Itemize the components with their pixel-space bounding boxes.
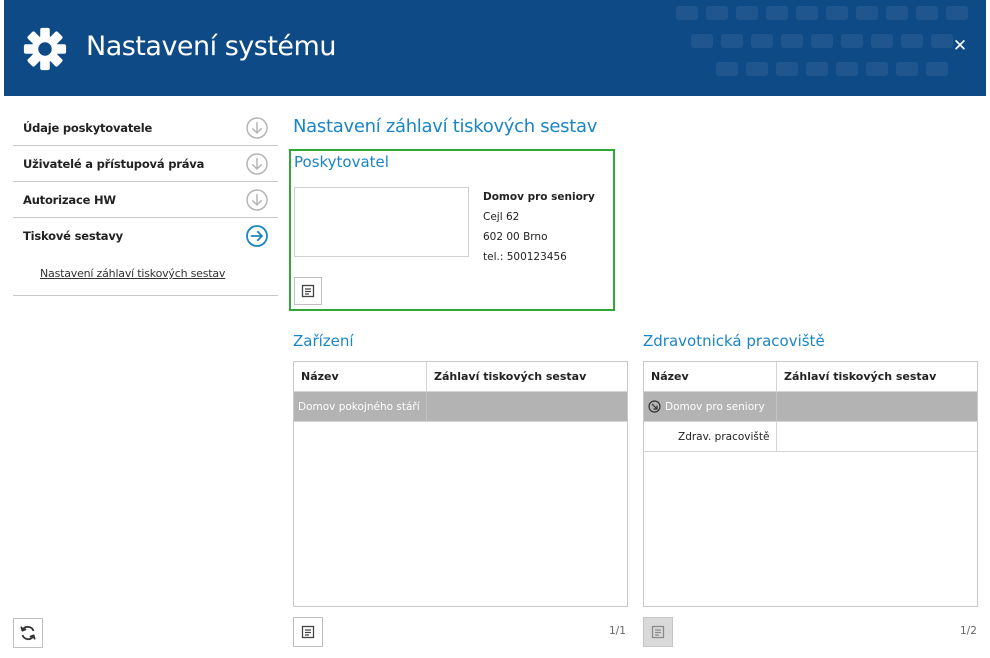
edit-document-icon [301,284,315,298]
provider-name: Domov pro seniory [483,191,595,203]
provider-edit-button[interactable] [294,277,322,305]
table-cell-header [777,422,977,451]
table-cell-name: Domov pro seniory [644,392,777,421]
window-header: Nastavení systému ✕ [4,0,986,96]
refresh-icon [20,625,36,641]
sidebar: Údaje poskytovatele Uživatelé a přístupo… [13,110,278,296]
refresh-button[interactable] [13,618,43,648]
sidebar-item-label: Uživatelé a přístupová práva [23,156,205,171]
arrow-right-circle-icon [246,225,268,247]
table-cell-header [777,392,977,421]
edit-document-icon [651,625,665,639]
provider-section-title: Poskytovatel [294,153,389,171]
devices-section-title: Zařízení [293,332,354,350]
table-row[interactable]: Domov pro seniory [644,392,977,422]
edit-document-icon [301,625,315,639]
arrow-down-circle-icon [246,117,268,139]
page-title: Nastavení záhlaví tiskových sestav [293,116,598,137]
subnav-link-nastaveni-zahlavi[interactable]: Nastavení záhlaví tiskových sestav [40,267,225,280]
provider-phone: tel.: 500123456 [483,251,567,263]
sidebar-item-tiskove-sestavy[interactable]: Tiskové sestavy [13,218,278,254]
table-cell-name: Domov pokojného stáří [294,392,427,421]
provider-logo-placeholder [294,187,469,257]
arrow-down-circle-icon [246,153,268,175]
sidebar-item-label: Údaje poskytovatele [23,120,153,135]
window-title: Nastavení systému [86,31,336,62]
sidebar-item-label: Autorizace HW [23,192,116,207]
provider-info: Domov pro seniory Cejl 62 602 00 Brno te… [483,187,595,267]
column-header-zahlavi[interactable]: Záhlaví tiskových sestav [427,362,627,391]
sidebar-item-udaje-poskytovatele[interactable]: Údaje poskytovatele [13,110,278,146]
table-cell-name: Zdrav. pracoviště [644,422,777,451]
table-row[interactable]: Zdrav. pracoviště [644,422,977,452]
column-header-zahlavi[interactable]: Záhlaví tiskových sestav [777,362,977,391]
tree-node-label: Domov pro seniory [665,400,765,413]
table-cell-header [427,392,627,421]
header-pattern [676,6,968,76]
workplaces-edit-button[interactable] [643,617,673,647]
devices-edit-button[interactable] [293,617,323,647]
sidebar-subnav: Nastavení záhlaví tiskových sestav [13,254,278,296]
devices-pager: 1/1 [609,625,626,637]
provider-section: Poskytovatel Domov pro seniory Cejl 62 6… [289,149,615,311]
collapse-circle-icon[interactable] [648,400,661,413]
close-icon[interactable]: ✕ [952,38,968,55]
sidebar-item-label: Tiskové sestavy [23,229,123,243]
workplaces-table: Název Záhlaví tiskových sestav Domov pro… [643,361,978,607]
workplaces-section-title: Zdravotnická pracoviště [643,332,825,350]
sidebar-item-uzivatele[interactable]: Uživatelé a přístupová práva [13,146,278,182]
arrow-down-circle-icon [246,189,268,211]
table-header-row: Název Záhlaví tiskových sestav [294,362,627,392]
gear-icon [23,27,67,71]
column-header-nazev[interactable]: Název [644,362,777,391]
table-row[interactable]: Domov pokojného stáří [294,392,627,422]
provider-city: 602 00 Brno [483,231,548,243]
sidebar-item-autorizace-hw[interactable]: Autorizace HW [13,182,278,218]
table-header-row: Název Záhlaví tiskových sestav [644,362,977,392]
provider-street: Cejl 62 [483,211,520,223]
column-header-nazev[interactable]: Název [294,362,427,391]
workplaces-pager: 1/2 [960,625,977,637]
devices-table: Název Záhlaví tiskových sestav Domov pok… [293,361,628,607]
